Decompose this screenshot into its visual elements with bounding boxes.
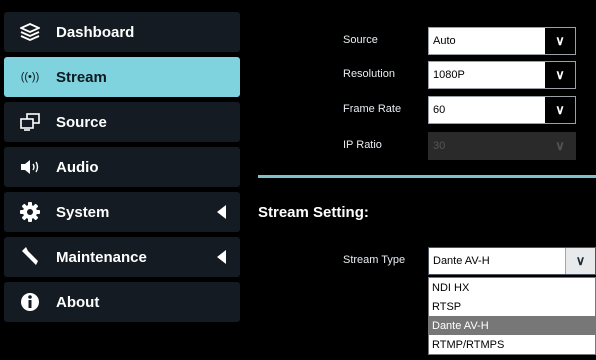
ip-ratio-value: 30 xyxy=(433,140,446,152)
sidebar-item-label: Maintenance xyxy=(56,248,147,266)
sidebar-item-stream[interactable]: ((•)) Stream xyxy=(4,57,240,97)
resolution-select[interactable]: 1080P ∨ xyxy=(428,61,576,89)
info-icon xyxy=(18,292,42,312)
frame-rate-select[interactable]: 60 ∨ xyxy=(428,96,576,124)
dropdown-option-dante-av-h[interactable]: Dante AV-H xyxy=(429,316,595,335)
sidebar-item-dashboard[interactable]: Dashboard xyxy=(4,12,240,52)
gear-icon xyxy=(18,202,42,222)
layers-icon xyxy=(18,22,42,42)
sidebar-item-label: About xyxy=(56,293,100,311)
main-content: Source Auto ∨ Resolution 1080P ∨ Frame R… xyxy=(248,0,596,360)
source-label: Source xyxy=(343,34,378,46)
caret-left-icon xyxy=(217,250,226,264)
chevron-down-icon: ∨ xyxy=(545,28,575,54)
frame-rate-value: 60 xyxy=(433,104,446,116)
sidebar-item-about[interactable]: About xyxy=(4,282,240,322)
section-title: Stream Setting: xyxy=(258,204,369,221)
chevron-down-icon: ∨ xyxy=(545,97,575,123)
sidebar-item-label: Dashboard xyxy=(56,23,135,41)
sidebar-nav: Dashboard ((•)) Stream Source Audio Syst… xyxy=(0,0,248,360)
stream-type-label: Stream Type xyxy=(343,254,406,266)
stream-type-value: Dante AV-H xyxy=(433,255,490,267)
source-select[interactable]: Auto ∨ xyxy=(428,27,576,55)
sidebar-item-audio[interactable]: Audio xyxy=(4,147,240,187)
sidebar-item-system[interactable]: System xyxy=(4,192,240,232)
sidebar-item-label: Audio xyxy=(56,158,99,176)
broadcast-icon: ((•)) xyxy=(20,71,40,83)
ip-ratio-label: IP Ratio xyxy=(343,139,382,151)
chevron-down-icon: ∨ xyxy=(565,248,595,274)
dropdown-option-ndi-hx[interactable]: NDI HX xyxy=(429,278,595,297)
resolution-label: Resolution xyxy=(343,68,395,80)
section-divider xyxy=(258,175,596,178)
source-value: Auto xyxy=(433,35,456,47)
sidebar-item-label: Source xyxy=(56,113,107,131)
ip-ratio-select: 30 ∨ xyxy=(428,132,576,160)
sidebar-item-source[interactable]: Source xyxy=(4,102,240,142)
sidebar-item-label: Stream xyxy=(56,68,107,86)
wrench-icon xyxy=(18,247,42,267)
sidebar-item-maintenance[interactable]: Maintenance xyxy=(4,237,240,277)
dropdown-option-rtsp[interactable]: RTSP xyxy=(429,297,595,316)
stream-type-select[interactable]: Dante AV-H ∨ xyxy=(428,247,596,275)
resolution-value: 1080P xyxy=(433,69,465,81)
speaker-icon xyxy=(18,157,42,177)
sidebar-item-label: System xyxy=(56,203,110,221)
frame-rate-label: Frame Rate xyxy=(343,103,402,115)
chevron-down-icon: ∨ xyxy=(545,133,575,159)
stream-type-dropdown: NDI HX RTSP Dante AV-H RTMP/RTMPS xyxy=(428,277,596,355)
caret-left-icon xyxy=(217,205,226,219)
dropdown-option-rtmp[interactable]: RTMP/RTMPS xyxy=(429,335,595,354)
chevron-down-icon: ∨ xyxy=(545,62,575,88)
source-icon xyxy=(18,112,42,132)
